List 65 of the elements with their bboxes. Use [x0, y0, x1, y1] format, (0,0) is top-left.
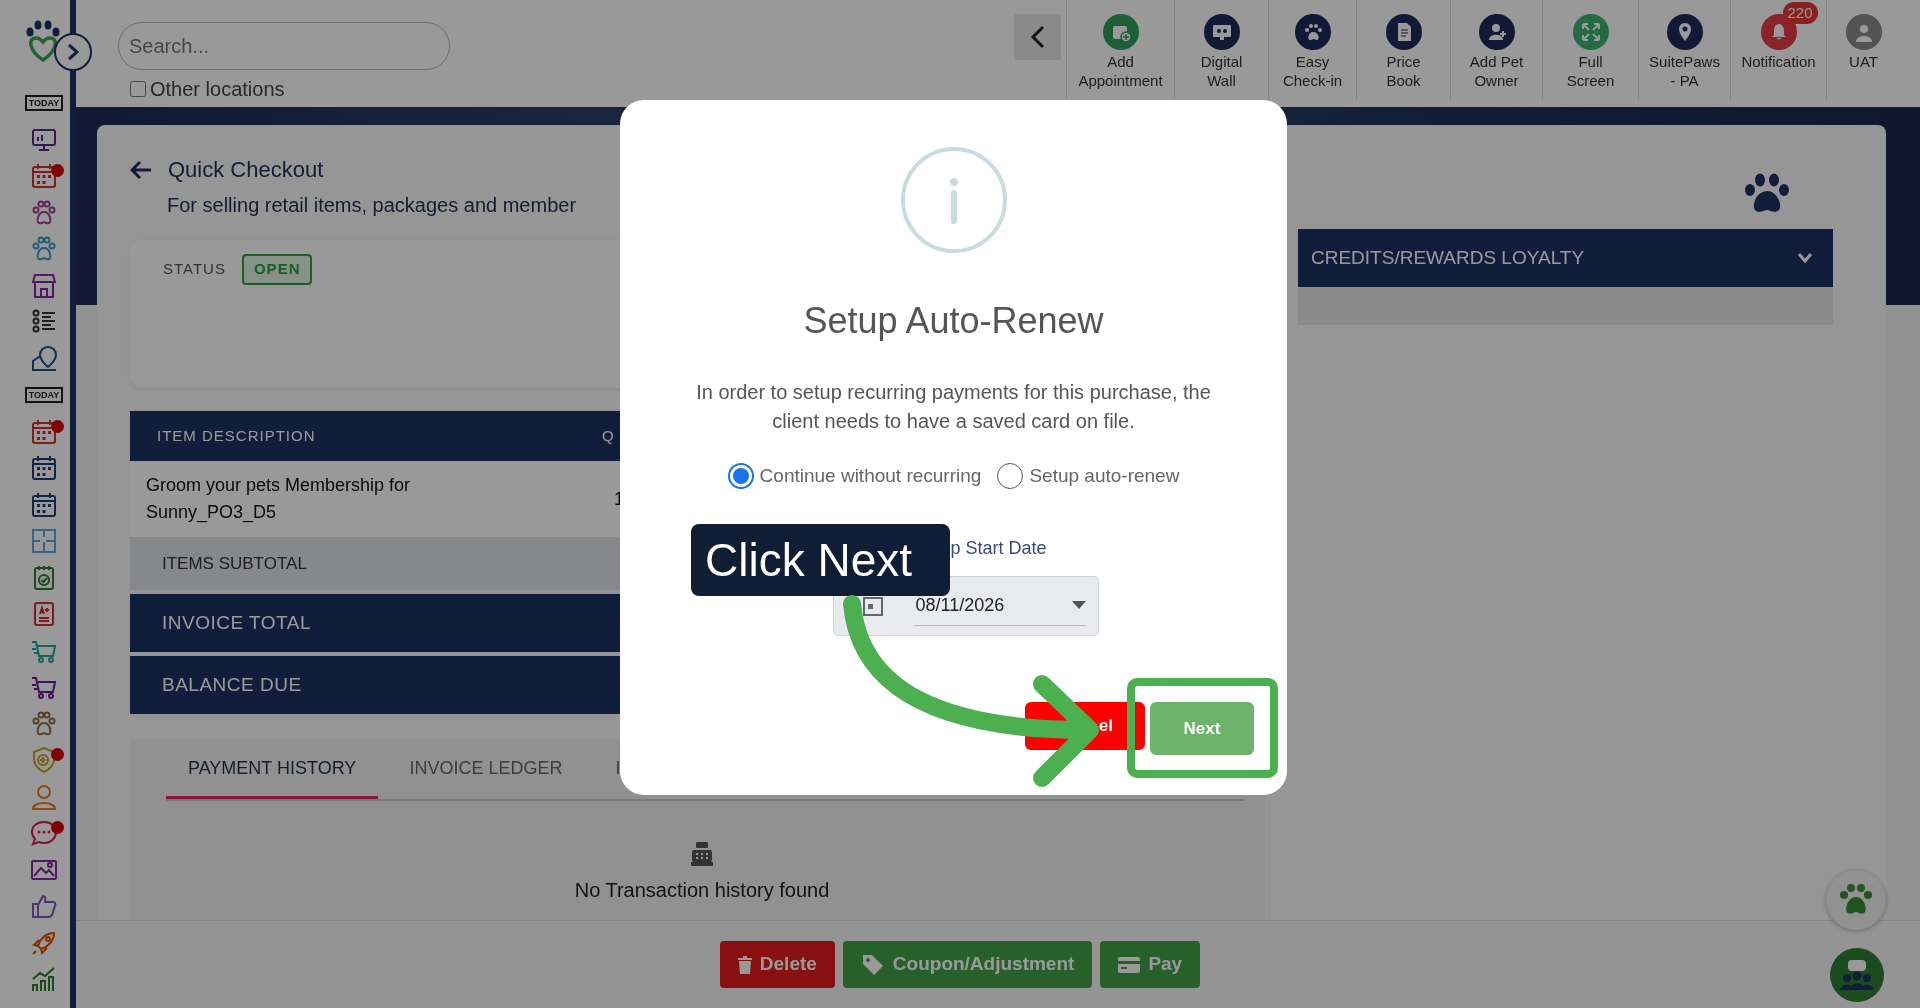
page-title: Quick Checkout [168, 156, 324, 184]
dialog-title: Setup Auto-Renew [803, 299, 1104, 343]
store-icon[interactable] [30, 271, 58, 300]
tag-icon [860, 952, 885, 977]
calendar-icon[interactable] [30, 162, 58, 191]
notification-count: 220 [1782, 2, 1818, 24]
calendar-icon[interactable] [30, 417, 58, 446]
chevron-left-icon [1029, 25, 1046, 49]
paw-icon [1839, 884, 1873, 916]
toolbar-button[interactable]: Add Pet Owner [1450, 0, 1542, 100]
calendar-icon [861, 594, 884, 617]
column-header: Q [602, 425, 615, 446]
other-locations-label: Other locations [150, 77, 285, 102]
option-label: Setup auto-renew [1029, 464, 1180, 488]
back-button[interactable] [1014, 14, 1061, 60]
shield-icon[interactable] [30, 746, 58, 775]
credits-panel-header[interactable]: CREDITS/REWARDS LOYALTY [1298, 229, 1833, 287]
search-field[interactable]: Search... [118, 22, 450, 70]
calendar-icon[interactable] [30, 454, 58, 483]
delete-button[interactable]: Delete [719, 941, 835, 988]
back-arrow-icon[interactable] [130, 159, 152, 180]
floor-plan-icon[interactable] [30, 527, 58, 556]
table-cell-text: Groom your pets Membership for Sunny_PO3_D5 [146, 474, 412, 525]
paw-icon[interactable] [30, 709, 58, 738]
radio-button[interactable] [727, 463, 754, 490]
empty-message: No Transaction history found [574, 878, 830, 903]
toolbar-button[interactable]: Digital Wall [1174, 0, 1268, 100]
today-label[interactable]: TODAY [24, 387, 64, 404]
people-icon [1839, 959, 1875, 991]
toolbar-button[interactable]: Price Book [1356, 0, 1450, 100]
page-subtitle: For selling retail items, packages and member [167, 193, 578, 218]
toolbar-button[interactable]: Add Appointment [1066, 0, 1174, 100]
caret-icon [1071, 601, 1086, 609]
expand-icon [1579, 21, 1602, 43]
option-label: Continue without recurring [759, 464, 982, 488]
trash-icon [737, 955, 752, 974]
status-label: STATUS [163, 259, 226, 279]
status-badge: OPEN [241, 254, 313, 285]
chat-icon[interactable] [30, 819, 58, 848]
thumbs-up-icon[interactable] [30, 892, 58, 921]
toolbar-button[interactable]: UAT [1826, 0, 1900, 100]
instruction-callout: Click Next [691, 524, 950, 596]
column-header: ITEM DESCRIPTION [157, 425, 317, 446]
chevron-right-icon [67, 43, 79, 61]
today-label[interactable]: TODAY [24, 95, 64, 112]
cash-register-icon [690, 841, 714, 867]
person-icon[interactable] [30, 782, 58, 811]
toolbar-button[interactable]: Easy Check-in [1268, 0, 1356, 100]
toolbar-button[interactable]: 220 Notification [1730, 0, 1826, 100]
subtotal-label: ITEMS SUBTOTAL [162, 552, 307, 575]
toolbar-button[interactable]: SuitePaws - PA [1638, 0, 1730, 100]
location-pin-icon[interactable] [30, 344, 58, 373]
paw-icon[interactable] [30, 198, 58, 227]
tab[interactable]: PAYMENT HISTORY [166, 739, 379, 799]
other-locations-checkbox[interactable] [130, 81, 146, 97]
toolbar-button[interactable]: Full Screen [1542, 0, 1638, 100]
total-label: INVOICE TOTAL [162, 610, 312, 635]
dialog-message: In order to setup recurring payments for this purchase, the client needs to have a saved card on file. [695, 380, 1212, 434]
paw-icon [1743, 173, 1791, 215]
tab[interactable]: INVOICE LEDGER [387, 739, 585, 799]
card-icon [1118, 956, 1141, 973]
calendar-icon[interactable] [30, 490, 58, 519]
tab[interactable]: I [593, 739, 643, 799]
total-label: BALANCE DUE [162, 672, 302, 697]
info-icon [899, 146, 1008, 254]
